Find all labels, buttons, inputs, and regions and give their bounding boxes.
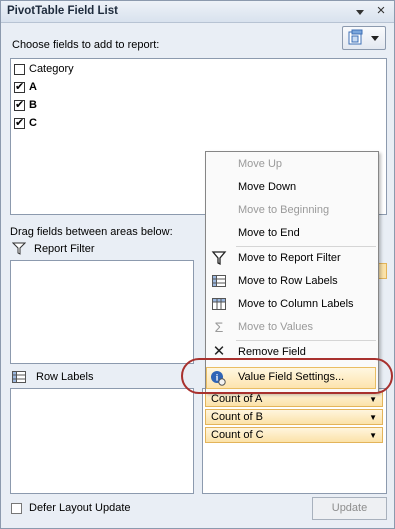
field-checkbox[interactable] xyxy=(14,63,25,75)
menu-item-move-to-values[interactable]: Σ Move to Values xyxy=(206,316,378,338)
row-labels-area[interactable] xyxy=(10,388,194,494)
field-checkbox[interactable] xyxy=(14,98,25,111)
menu-item-label: Move Up xyxy=(238,158,283,170)
menu-item-move-to-beginning[interactable]: Move to Beginning xyxy=(206,199,378,221)
defer-layout-update[interactable]: Defer Layout Update xyxy=(11,502,131,514)
pivottable-field-list-pane: PivotTable Field List × Choose fields to… xyxy=(0,0,395,529)
field-row-a[interactable]: A xyxy=(14,79,37,95)
report-filter-header: Report Filter xyxy=(12,242,95,255)
menu-item-move-to-row-labels[interactable]: Move to Row Labels xyxy=(206,270,378,292)
filter-icon xyxy=(12,242,26,255)
choose-fields-label: Choose fields to add to report: xyxy=(12,39,160,51)
pane-title: PivotTable Field List xyxy=(7,5,118,17)
report-filter-label: Report Filter xyxy=(34,242,95,255)
title-bar: PivotTable Field List × xyxy=(1,1,394,23)
drag-fields-label: Drag fields between areas below: xyxy=(10,226,173,238)
value-pill-label: Count of B xyxy=(211,411,263,423)
menu-item-move-to-column-labels[interactable]: Move to Column Labels xyxy=(206,293,378,315)
row-labels-label: Row Labels xyxy=(36,371,94,383)
menu-item-label: Move to Row Labels xyxy=(238,275,338,287)
field-label: A xyxy=(29,81,37,93)
field-row-c[interactable]: C xyxy=(14,115,37,131)
row-labels-icon xyxy=(212,275,226,287)
value-pill-count-of-c[interactable]: Count of C ▼ xyxy=(205,427,383,443)
filter-icon xyxy=(211,251,227,266)
menu-item-label: Move to Report Filter xyxy=(238,252,341,264)
menu-item-label: Move to End xyxy=(238,227,300,239)
highlight-ring-annotation xyxy=(181,358,393,394)
defer-checkbox[interactable] xyxy=(11,502,22,514)
field-layout-icon xyxy=(348,29,379,45)
menu-item-move-down[interactable]: Move Down xyxy=(206,176,378,198)
menu-item-label: Move to Column Labels xyxy=(238,298,354,310)
column-labels-pill-edge xyxy=(379,263,387,279)
value-pill-label: Count of C xyxy=(211,429,264,441)
field-context-menu: Move Up Move Down Move to Beginning Move… xyxy=(205,151,379,393)
menu-item-label: Move to Values xyxy=(238,321,314,333)
chevron-down-icon[interactable]: ▼ xyxy=(369,429,377,443)
value-pill-count-of-b[interactable]: Count of B ▼ xyxy=(205,409,383,425)
field-label: B xyxy=(29,99,37,111)
update-button[interactable]: Update xyxy=(312,497,387,520)
defer-label: Defer Layout Update xyxy=(29,502,131,514)
value-pill-label: Count of A xyxy=(211,393,263,405)
close-icon[interactable]: × xyxy=(373,2,389,20)
field-row-category[interactable]: Category xyxy=(14,61,74,77)
menu-item-move-to-end[interactable]: Move to End xyxy=(206,222,378,244)
menu-item-label: Move to Beginning xyxy=(238,204,330,216)
pane-options-dropdown-icon[interactable] xyxy=(354,6,366,18)
field-label: C xyxy=(29,117,37,129)
menu-item-label: Remove Field xyxy=(238,346,306,358)
layout-options-button[interactable] xyxy=(342,26,386,50)
column-labels-icon xyxy=(212,298,226,310)
sigma-icon: Σ xyxy=(214,319,224,335)
menu-item-label: Move Down xyxy=(238,181,297,193)
row-labels-header: Row Labels xyxy=(12,371,93,383)
report-filter-area[interactable] xyxy=(10,260,194,364)
menu-item-move-up[interactable]: Move Up xyxy=(206,153,378,175)
field-label: Category xyxy=(29,63,74,75)
row-labels-icon xyxy=(12,371,26,383)
field-checkbox[interactable] xyxy=(14,116,25,129)
field-checkbox[interactable] xyxy=(14,80,25,93)
chevron-down-icon[interactable]: ▼ xyxy=(369,411,377,425)
field-row-b[interactable]: B xyxy=(14,97,37,113)
chevron-down-icon[interactable]: ▼ xyxy=(369,393,377,407)
menu-item-move-to-report-filter[interactable]: Move to Report Filter xyxy=(206,247,378,269)
